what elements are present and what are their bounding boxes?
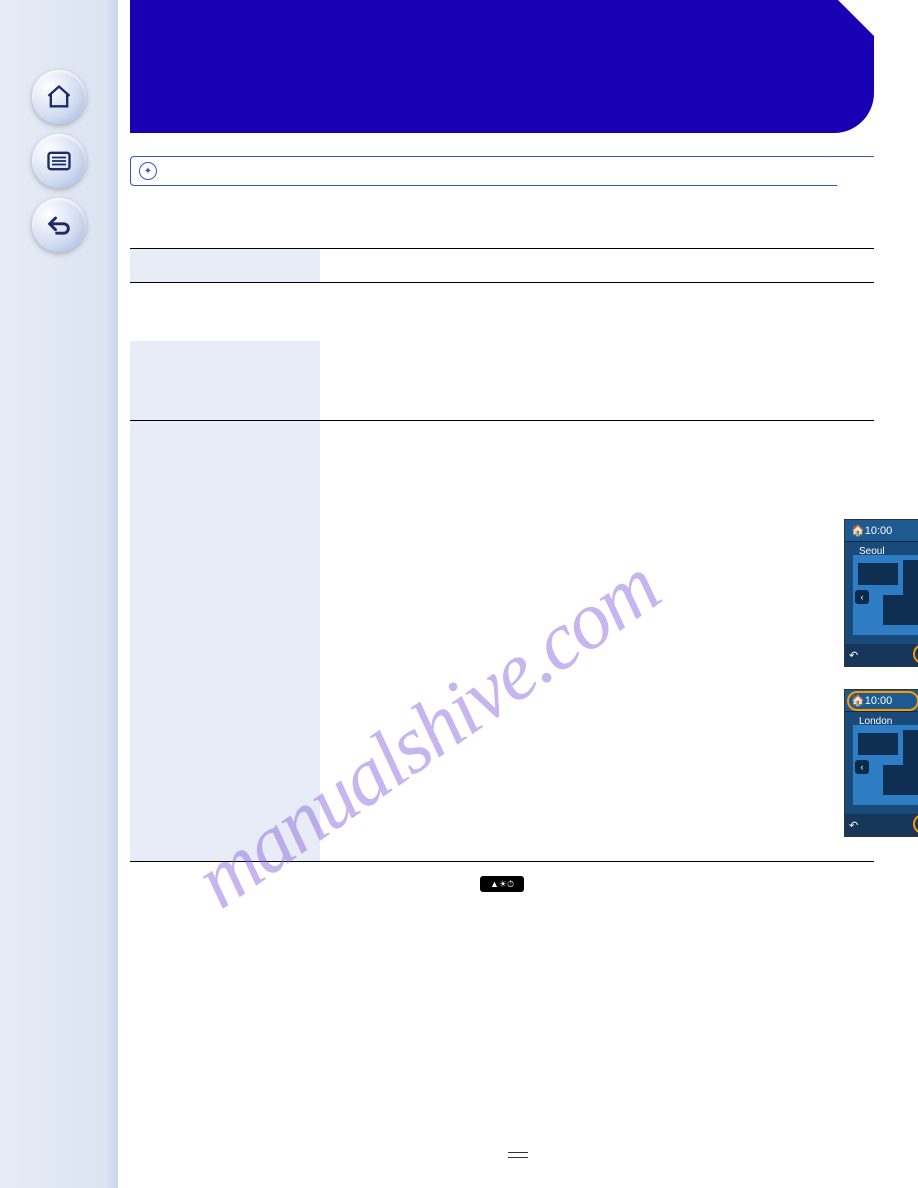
world-time-home-thumb: 🏠10:00 London Casablanca 👆 ‹ › ☀⏱	[844, 689, 918, 837]
dst-badge: ▲☀⏱	[480, 876, 524, 892]
page-number	[118, 1152, 918, 1158]
table-row	[130, 341, 874, 421]
row-value	[320, 249, 874, 282]
settings-table: 🏠10:00 ✈19:00 Seoul Tokyo 👆 ‹ › ☀⏱	[130, 248, 874, 862]
page: ✦ 🏠10:00 ✈19:00 Seoul Toky	[118, 0, 918, 1188]
row-value	[320, 341, 874, 420]
back-button[interactable]	[32, 198, 86, 252]
table-row: 🏠10:00 ✈19:00 Seoul Tokyo 👆 ‹ › ☀⏱	[130, 421, 874, 862]
spacer-right	[320, 283, 874, 341]
spacer-left	[130, 283, 320, 341]
highlight-home-time	[847, 691, 918, 711]
home-time: 🏠10:00	[851, 524, 892, 537]
row-label	[130, 341, 320, 420]
home-icon	[45, 83, 73, 111]
tip-bar: ✦	[130, 156, 874, 186]
menu-icon	[45, 147, 73, 175]
menu-button[interactable]	[32, 134, 86, 188]
bulb-icon: ✦	[139, 162, 157, 180]
thumb-back[interactable]: ↶	[849, 649, 858, 662]
thumb-back[interactable]: ↶	[849, 819, 858, 832]
table-row	[130, 249, 874, 283]
title-banner	[130, 0, 874, 133]
row-thumbnails: 🏠10:00 ✈19:00 Seoul Tokyo 👆 ‹ › ☀⏱	[320, 421, 874, 861]
badge-row: ▲☀⏱	[130, 876, 874, 892]
row-label	[130, 249, 320, 282]
left-rail	[0, 0, 118, 1188]
prev-arrow[interactable]: ‹	[855, 760, 869, 774]
thumb-top: 🏠10:00 ✈19:00	[845, 520, 918, 542]
table-spacer	[130, 283, 874, 341]
back-icon	[45, 211, 73, 239]
world-time-dest-thumb: 🏠10:00 ✈19:00 Seoul Tokyo 👆 ‹ › ☀⏱	[844, 519, 918, 667]
home-button[interactable]	[32, 70, 86, 124]
row-label	[130, 421, 320, 861]
prev-arrow[interactable]: ‹	[855, 590, 869, 604]
